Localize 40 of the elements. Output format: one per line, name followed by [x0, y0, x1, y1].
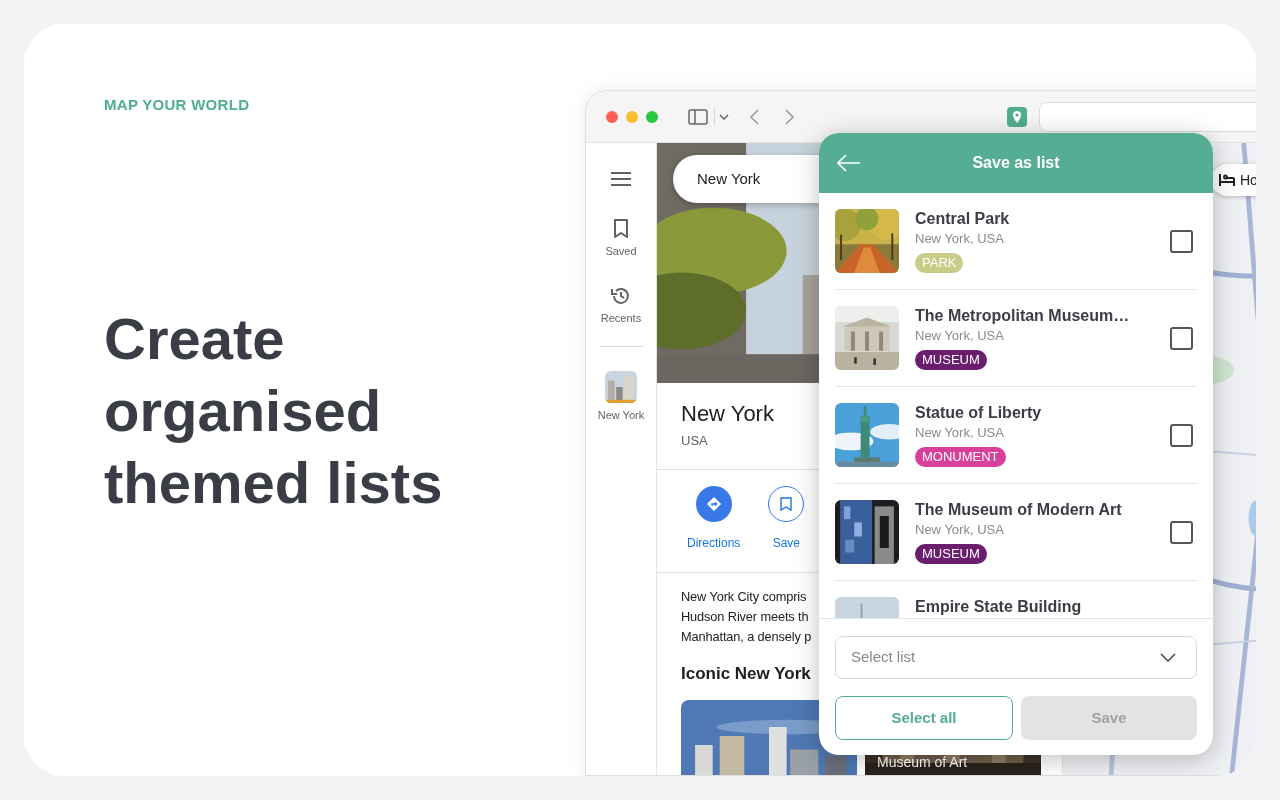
description-text: Hudson River meets th: [681, 607, 809, 626]
chevron-down-icon[interactable]: [719, 113, 729, 120]
section-title: Iconic New York: [681, 662, 811, 685]
place-location: New York, USA: [915, 424, 1004, 442]
place-title: New York: [681, 400, 774, 428]
place-location: New York, USA: [915, 521, 1004, 539]
place-name: Statue of Liberty: [915, 403, 1042, 423]
select-all-button[interactable]: Select all: [835, 696, 1013, 740]
sidebar-item[interactable]: Recents: [600, 285, 642, 326]
checkbox[interactable]: [1170, 327, 1193, 350]
sidebar-item[interactable]: New York: [597, 371, 645, 424]
place-name: Empire State Building: [915, 597, 1082, 617]
bookmark-icon: [613, 219, 629, 239]
action-button[interactable]: Directions: [687, 485, 741, 552]
back-icon[interactable]: [749, 108, 759, 125]
sidebar-toggle-icon[interactable]: [688, 108, 708, 125]
history-icon: [611, 285, 631, 306]
bed-icon: [1219, 174, 1235, 186]
chevron-down-icon: [1160, 653, 1176, 662]
description-text: New York City compris: [681, 587, 807, 606]
place-name: The Museum of Modern Art: [915, 500, 1122, 520]
address-bar[interactable]: [1039, 101, 1256, 132]
forward-icon[interactable]: [785, 108, 795, 125]
headline: Create: [104, 304, 285, 373]
menu-icon[interactable]: [611, 172, 631, 186]
place-subtitle: USA: [681, 432, 708, 450]
bookmark-icon: [780, 496, 793, 511]
checkbox[interactable]: [1170, 521, 1193, 544]
category-tag: MONUMENT: [915, 447, 1006, 467]
eyebrow-text: MAP YOUR WORLD: [104, 95, 250, 115]
category-tag: MUSEUM: [915, 544, 987, 564]
map-pin-icon[interactable]: [1007, 106, 1027, 127]
list-select[interactable]: Select list: [835, 636, 1197, 679]
checkbox[interactable]: [1170, 424, 1193, 447]
description-text: Manhattan, a densely p: [681, 627, 812, 646]
sidebar-item[interactable]: Saved: [605, 219, 637, 260]
checkbox[interactable]: [1170, 230, 1193, 253]
headline: organised: [104, 376, 382, 445]
headline: themed lists: [104, 448, 443, 517]
card-label: Museum of Art: [877, 753, 968, 772]
